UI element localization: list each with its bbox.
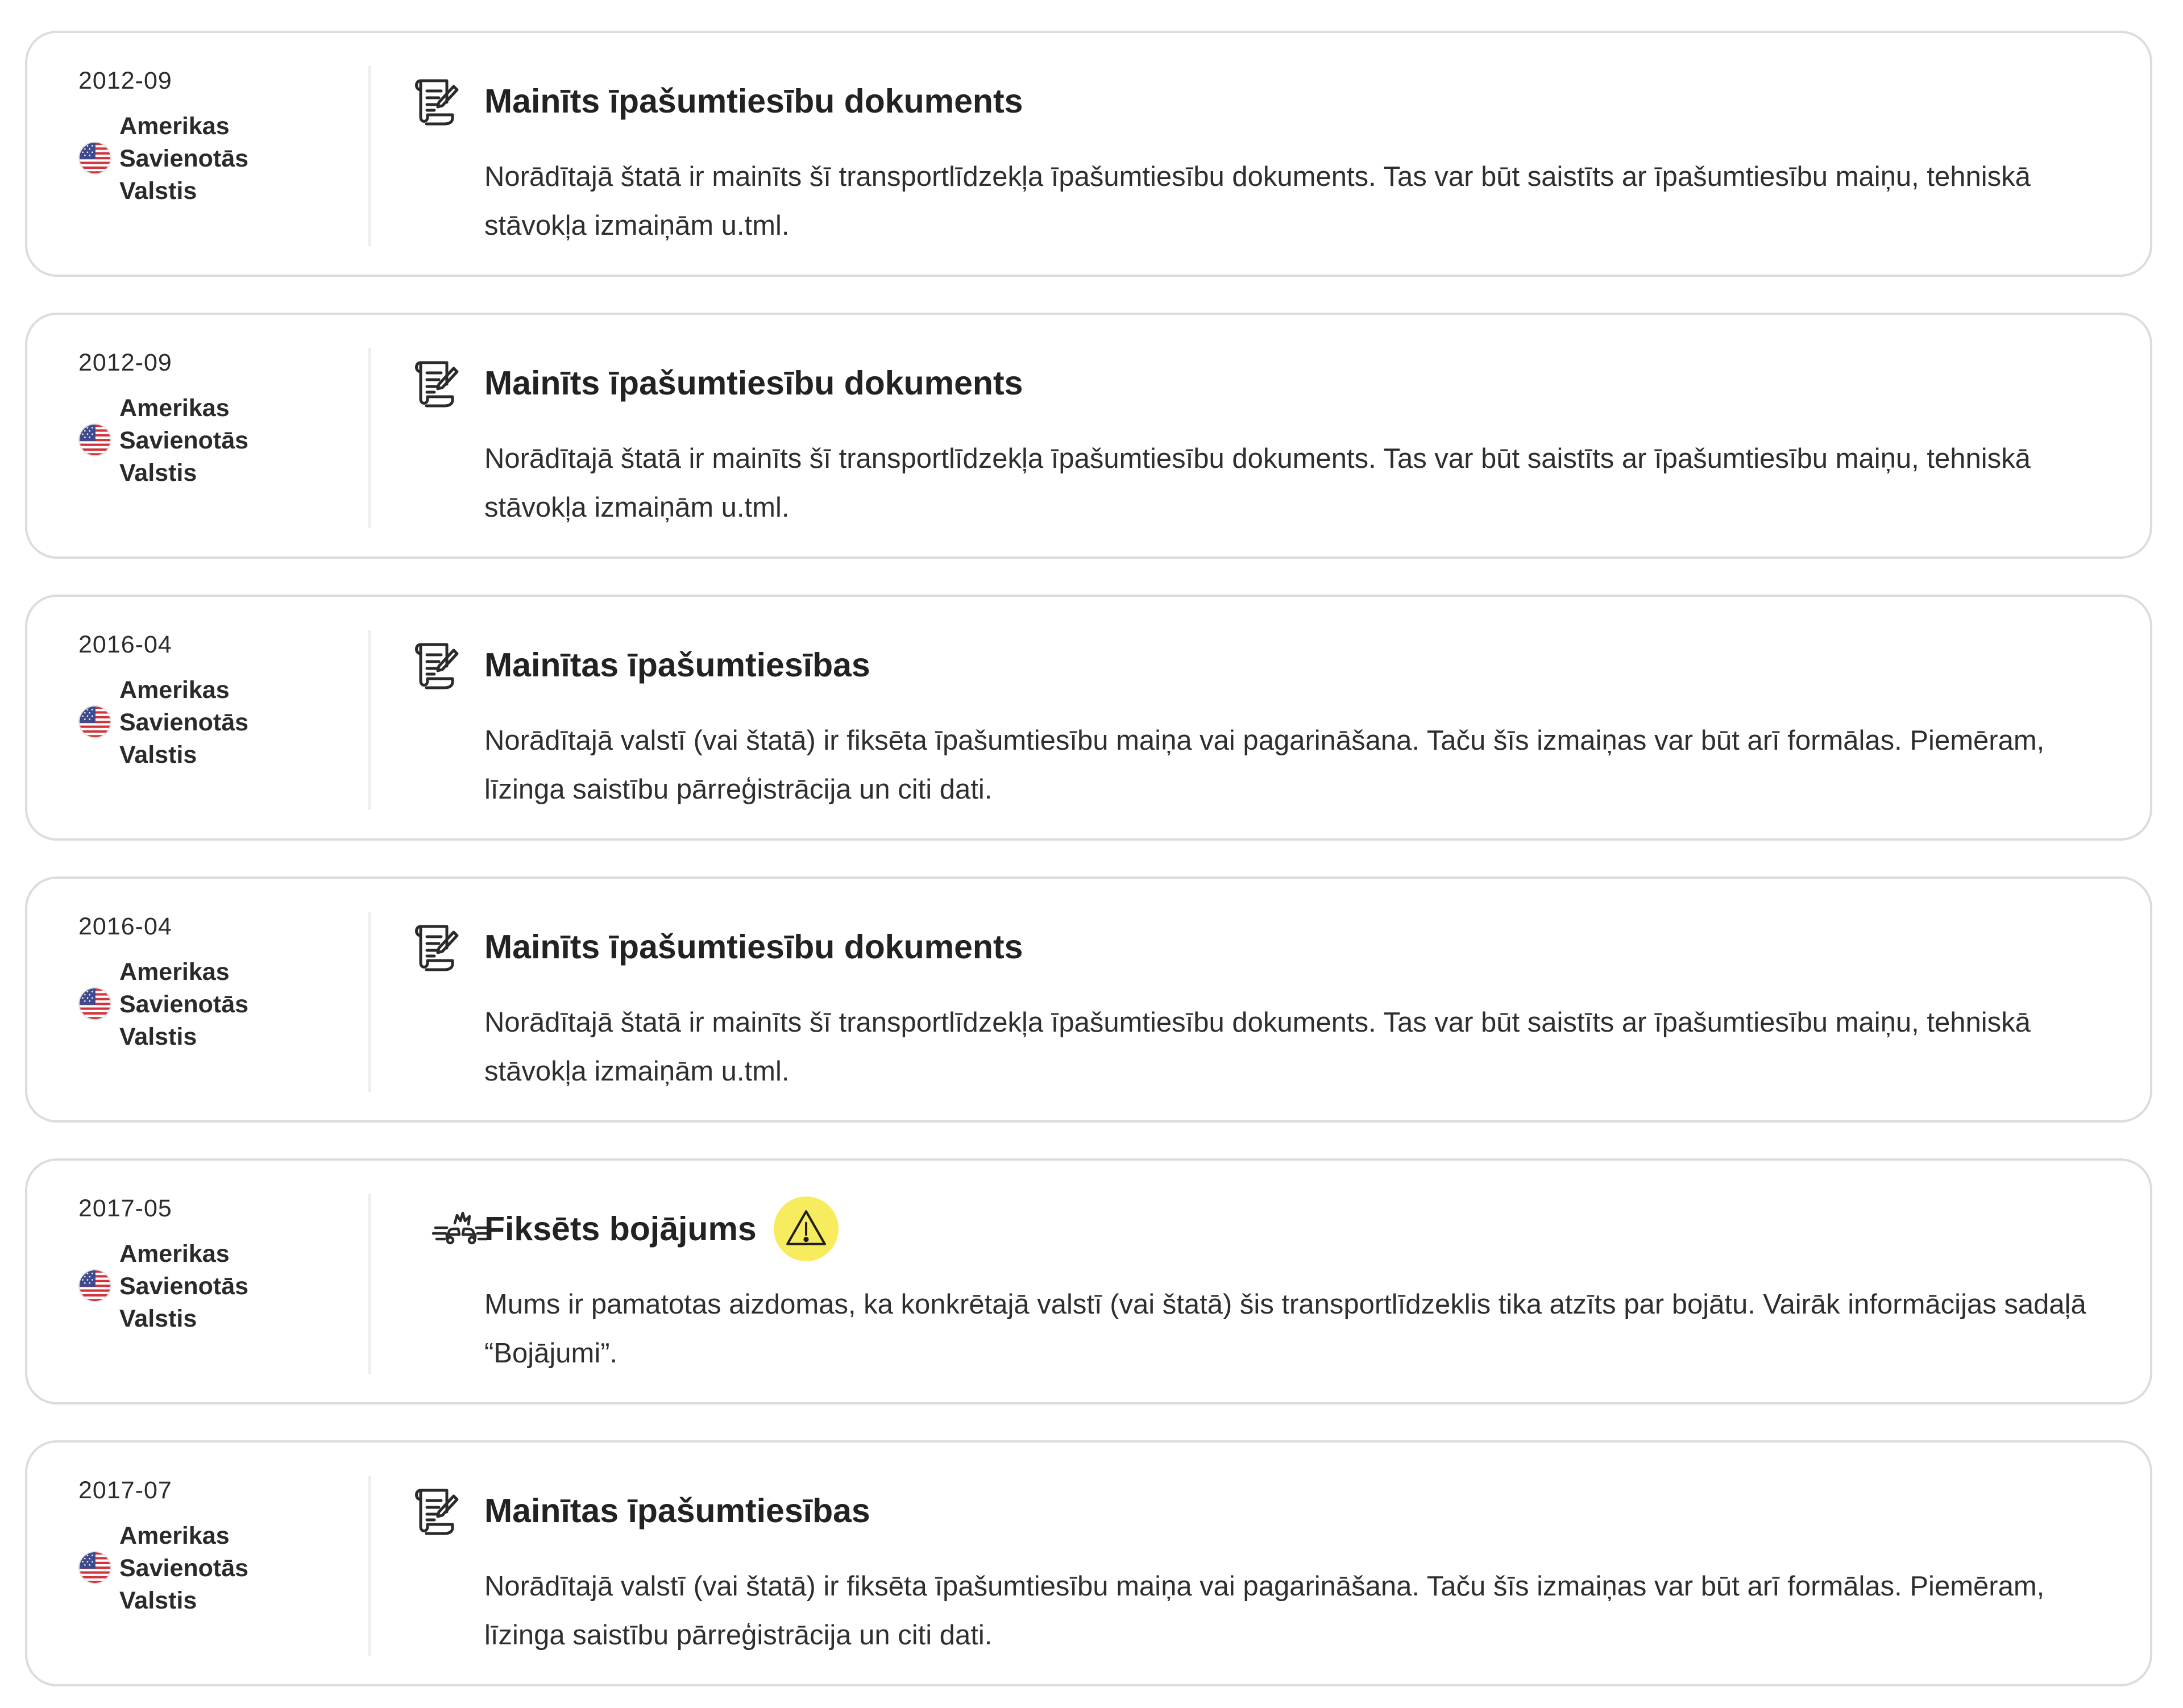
us-flag-icon <box>78 987 111 1020</box>
us-flag-icon <box>78 705 111 738</box>
event-meta: 2012-09 Amerikas Savienotās Valstis <box>78 348 340 490</box>
event-title: Mainītas īpašumtiesības <box>484 646 870 684</box>
event-title-row: Mainītas īpašumtiesības <box>484 1482 870 1539</box>
event-date: 2012-09 <box>78 67 172 94</box>
event-date: 2016-04 <box>78 631 172 658</box>
event-title-row: Mainīts īpašumtiesību dokuments <box>484 355 1023 412</box>
event-location: Amerikas Savienotās Valstis <box>78 110 340 208</box>
event-title: Mainīts īpašumtiesību dokuments <box>484 82 1023 120</box>
timeline-event-card-3: 2016-04 Amerikas Savienotās Valstis Main… <box>25 595 2152 841</box>
event-description: Norādītajā valstī (vai štatā) ir fiksēta… <box>484 725 2045 805</box>
event-meta: 2016-04 Amerikas Savienotās Valstis <box>78 912 340 1054</box>
vehicle-history-timeline: 2012-09 Amerikas Savienotās Valstis Main… <box>0 0 2183 1708</box>
document-edit-icon <box>407 73 464 130</box>
event-country: Amerikas Savienotās Valstis <box>119 113 249 205</box>
timeline-event-card-5: 2017-05 Amerikas Savienotās Valstis Fiks… <box>25 1158 2152 1404</box>
event-title-row: Mainītas īpašumtiesības <box>484 637 870 693</box>
event-country: Amerikas Savienotās Valstis <box>119 1240 249 1332</box>
event-country: Amerikas Savienotās Valstis <box>119 676 249 768</box>
document-edit-icon <box>407 1482 464 1539</box>
event-title-row: Mainīts īpašumtiesību dokuments <box>484 73 1023 130</box>
event-description: Mums ir pamatotas aizdomas, ka konkrētaj… <box>484 1289 2086 1369</box>
us-flag-icon <box>78 142 111 174</box>
card-divider <box>368 1476 371 1656</box>
event-meta: 2017-07 Amerikas Savienotās Valstis <box>78 1476 340 1618</box>
warning-icon[interactable] <box>773 1196 839 1261</box>
event-date: 2012-09 <box>78 349 172 376</box>
document-edit-icon <box>407 637 464 693</box>
us-flag-icon <box>78 1551 111 1584</box>
car-crash-icon <box>430 1200 492 1257</box>
event-title-row: Mainīts īpašumtiesību dokuments <box>484 919 1023 975</box>
event-description: Norādītajā valstī (vai štatā) ir fiksēta… <box>484 1571 2045 1651</box>
event-date: 2016-04 <box>78 913 172 940</box>
us-flag-icon <box>78 423 111 456</box>
card-divider <box>368 1194 371 1374</box>
timeline-event-card-4: 2016-04 Amerikas Savienotās Valstis Main… <box>25 876 2152 1123</box>
event-description: Norādītajā štatā ir mainīts šī transport… <box>484 161 2031 241</box>
timeline-event-card-1: 2012-09 Amerikas Savienotās Valstis Main… <box>25 31 2152 277</box>
document-edit-icon <box>407 919 464 975</box>
event-date: 2017-07 <box>78 1477 172 1504</box>
event-location: Amerikas Savienotās Valstis <box>78 392 340 490</box>
event-country: Amerikas Savienotās Valstis <box>119 1522 249 1614</box>
event-country: Amerikas Savienotās Valstis <box>119 394 249 487</box>
document-edit-icon <box>407 355 464 412</box>
event-title-row: Fiksēts bojājums <box>484 1196 839 1261</box>
card-divider <box>368 66 371 246</box>
us-flag-icon <box>78 1269 111 1302</box>
card-divider <box>368 348 371 528</box>
card-divider <box>368 630 371 810</box>
event-meta: 2012-09 Amerikas Savienotās Valstis <box>78 66 340 208</box>
event-meta: 2016-04 Amerikas Savienotās Valstis <box>78 630 340 772</box>
event-meta: 2017-05 Amerikas Savienotās Valstis <box>78 1194 340 1336</box>
event-description: Norādītajā štatā ir mainīts šī transport… <box>484 1007 2031 1087</box>
event-location: Amerikas Savienotās Valstis <box>78 956 340 1054</box>
timeline-event-card-6: 2017-07 Amerikas Savienotās Valstis Main… <box>25 1440 2152 1686</box>
event-location: Amerikas Savienotās Valstis <box>78 1520 340 1618</box>
event-country: Amerikas Savienotās Valstis <box>119 958 249 1050</box>
event-title: Mainīts īpašumtiesību dokuments <box>484 928 1023 966</box>
event-title: Fiksēts bojājums <box>484 1210 757 1248</box>
card-divider <box>368 912 371 1092</box>
event-title: Mainītas īpašumtiesības <box>484 1492 870 1530</box>
event-location: Amerikas Savienotās Valstis <box>78 674 340 772</box>
event-title: Mainīts īpašumtiesību dokuments <box>484 364 1023 402</box>
event-description: Norādītajā štatā ir mainīts šī transport… <box>484 443 2031 523</box>
timeline-event-card-2: 2012-09 Amerikas Savienotās Valstis Main… <box>25 313 2152 559</box>
event-date: 2017-05 <box>78 1195 172 1222</box>
event-location: Amerikas Savienotās Valstis <box>78 1238 340 1336</box>
